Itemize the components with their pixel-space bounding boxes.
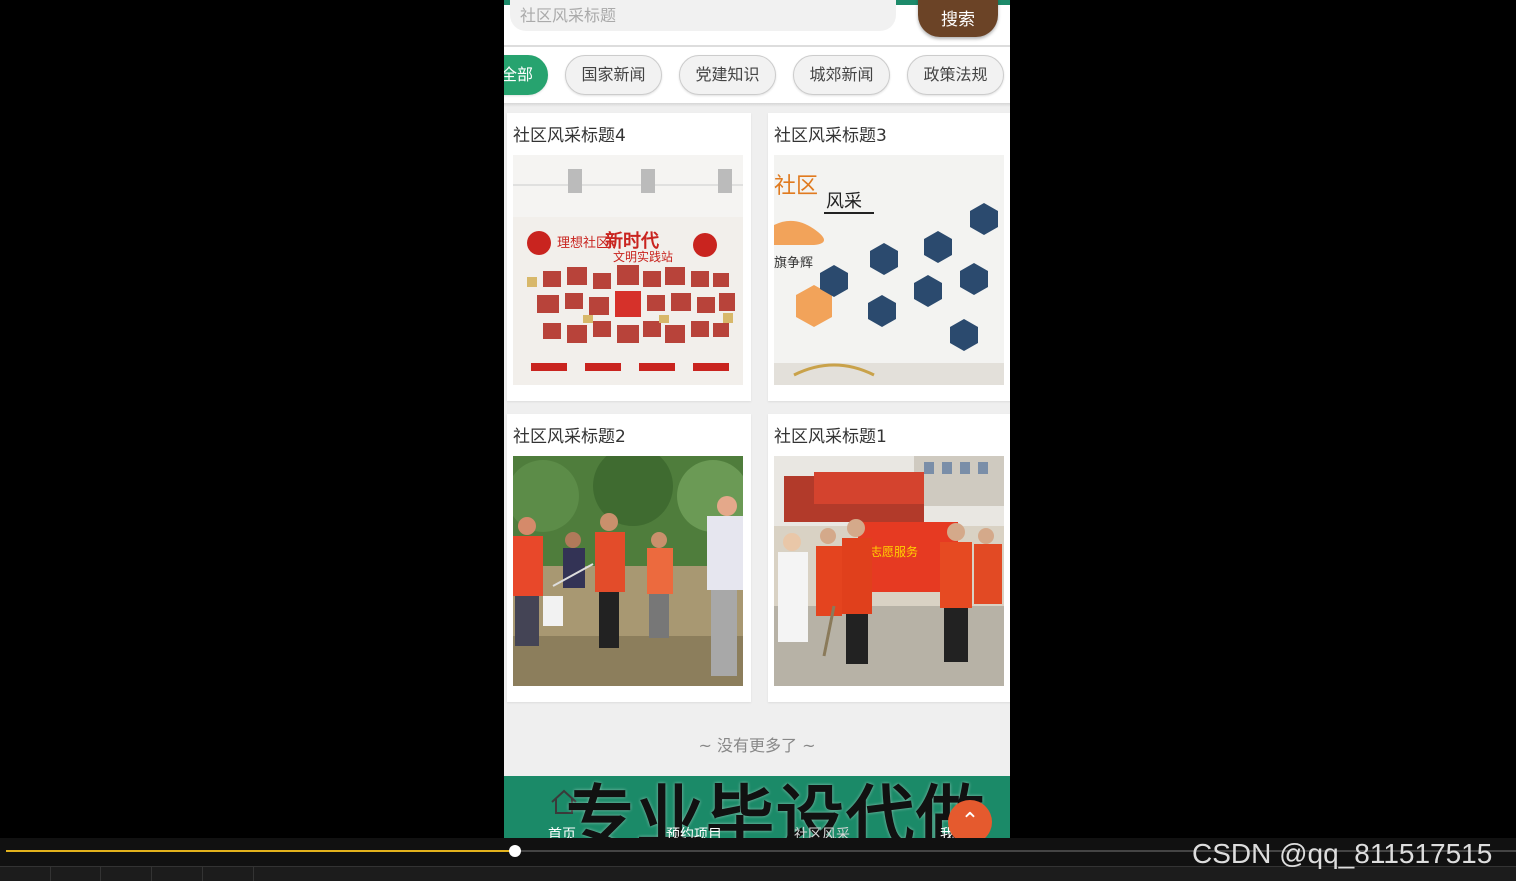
search-input[interactable] [510,0,896,31]
card-title: 社区风采标题3 [774,126,887,146]
mobile-page: 搜索 全部 国家新闻 党建知识 城郊新闻 政策法规 社区风采标题4 理想社区 新… [504,0,1010,838]
svg-text:社区: 社区 [774,174,818,199]
svg-text:文明实践站: 文明实践站 [613,249,673,264]
card-title: 社区风采标题1 [774,427,887,447]
bottom-nav: 专业毕设代做 首页 预约项目 社区风采 我的 ⌃ [504,776,1010,838]
tab-suburb-news[interactable]: 城郊新闻 [793,55,890,95]
toolbar-cell[interactable] [152,867,203,881]
photo-wall-image: 理想社区 新时代 文明实践站 [513,155,743,385]
news-card[interactable]: 社区风采标题4 理想社区 新时代 文明实践站 [507,113,751,401]
svg-text:理想社区: 理想社区 [557,235,609,251]
card-image: 志愿服务 [774,456,1004,686]
nav-booking[interactable]: 预约项目 [666,824,722,838]
search-button[interactable]: 搜索 [918,0,998,37]
progress-knob[interactable] [508,845,521,857]
overlay-watermark: 专业毕设代做 [566,779,987,838]
tab-policy[interactable]: 政策法规 [907,55,1004,95]
svg-text:旗争辉: 旗争辉 [774,255,813,271]
arrow-up-icon[interactable]: ⌃ [948,800,992,838]
toolbar-cell[interactable] [0,867,51,881]
svg-text:新时代: 新时代 [605,230,659,252]
csdn-watermark: CSDN @qq_811517515 [1192,838,1493,869]
card-image: 理想社区 新时代 文明实践站 [513,155,743,385]
tab-national-news[interactable]: 国家新闻 [565,55,662,95]
card-image [513,456,743,686]
tab-all[interactable]: 全部 [504,55,548,95]
tab-party-knowledge[interactable]: 党建知识 [679,55,776,95]
volunteer-team-image: 志愿服务 [774,456,1004,686]
progress-fill [6,850,515,852]
nav-home[interactable]: 首页 [548,824,576,838]
tabs-shadow [504,103,1010,107]
list-end-hint: ~ 没有更多了 ~ [698,736,816,755]
nav-community[interactable]: 社区风采 [794,824,850,838]
card-image: 社区 风采 旗争辉 [774,155,1004,385]
community-wall-image: 社区 风采 旗争辉 [774,155,1004,385]
toolbar-cell[interactable] [50,867,101,881]
toolbar-cell[interactable] [203,867,254,881]
card-title: 社区风采标题4 [513,126,626,146]
svg-text:志愿服务: 志愿服务 [870,544,918,559]
toolbar-cell[interactable] [101,867,152,881]
news-card[interactable]: 社区风采标题1 志愿服务 [768,414,1010,702]
search-bar: 搜索 [504,0,1010,45]
news-card[interactable]: 社区风采标题2 [507,414,751,702]
card-title: 社区风采标题2 [513,427,626,447]
volunteers-cleaning-image [513,456,743,686]
category-tabs: 全部 国家新闻 党建知识 城郊新闻 政策法规 [504,47,1010,103]
news-card[interactable]: 社区风采标题3 社区 风采 旗争辉 [768,113,1010,401]
svg-text:风采: 风采 [826,191,862,212]
